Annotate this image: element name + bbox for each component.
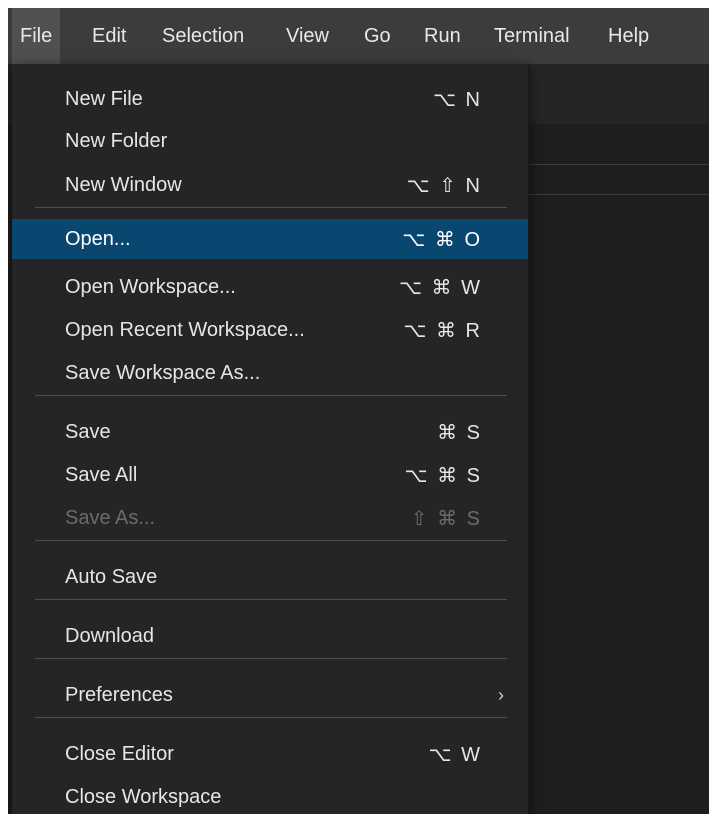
menu-selection[interactable]: Selection: [154, 8, 252, 64]
file-menu-dropdown: New File ⌥ N New Folder New Window ⌥ ⇧ N…: [12, 64, 529, 814]
menu-item-new-folder[interactable]: New Folder: [12, 124, 528, 158]
menu-item-auto-save[interactable]: Auto Save: [12, 560, 528, 594]
menu-item-new-window[interactable]: New Window ⌥ ⇧ N: [12, 168, 528, 202]
menu-item-close-workspace[interactable]: Close Workspace: [12, 780, 528, 814]
divider: [528, 164, 709, 165]
menu-separator: [35, 207, 507, 208]
menu-item-label: Open...: [65, 227, 131, 250]
menu-item-label: Open Recent Workspace...: [65, 318, 305, 341]
editor-area: [528, 124, 709, 814]
menu-item-label: Download: [65, 624, 154, 647]
menu-item-shortcut: ⌥ ⌘ O: [402, 228, 482, 251]
menu-item-label: Open Workspace...: [65, 275, 236, 298]
menu-view[interactable]: View: [278, 8, 337, 64]
menu-item-open-workspace[interactable]: Open Workspace... ⌥ ⌘ W: [12, 270, 528, 304]
menu-item-open[interactable]: Open... ⌥ ⌘ O: [12, 219, 528, 259]
menu-item-label: Save Workspace As...: [65, 361, 261, 384]
menu-item-shortcut: ⌘ S: [437, 421, 482, 444]
menu-item-close-editor[interactable]: Close Editor ⌥ W: [12, 737, 528, 771]
menu-separator: [35, 599, 507, 600]
menu-item-save[interactable]: Save ⌘ S: [12, 415, 528, 449]
menu-item-shortcut: ⌥ ⇧ N: [406, 174, 482, 197]
menu-item-shortcut: ⌥ ⌘ R: [403, 319, 482, 342]
menu-item-open-recent-workspace[interactable]: Open Recent Workspace... ⌥ ⌘ R: [12, 313, 528, 347]
menu-item-label: Preferences: [65, 683, 173, 706]
menu-item-download[interactable]: Download: [12, 619, 528, 653]
menu-item-label: New File: [65, 87, 143, 110]
menu-item-save-as: Save As... ⇧ ⌘ S: [12, 501, 528, 535]
menu-item-label: Close Editor: [65, 742, 174, 765]
editor-window: File Edit Selection View Go Run Terminal…: [8, 8, 709, 814]
menu-item-shortcut: ⌥ ⌘ W: [398, 276, 482, 299]
chevron-right-icon: ›: [498, 684, 504, 705]
menu-item-label: New Folder: [65, 129, 168, 152]
menu-separator: [35, 658, 507, 659]
menu-edit[interactable]: Edit: [84, 8, 134, 64]
menu-item-label: Save All: [65, 463, 138, 486]
menu-item-shortcut: ⇧ ⌘ S: [410, 507, 482, 530]
menu-item-label: Auto Save: [65, 565, 158, 588]
menu-run[interactable]: Run: [416, 8, 469, 64]
menu-item-save-all[interactable]: Save All ⌥ ⌘ S: [12, 458, 528, 492]
menu-item-label: Close Workspace: [65, 785, 222, 808]
menu-go[interactable]: Go: [356, 8, 399, 64]
menu-item-shortcut: ⌥ ⌘ S: [404, 464, 482, 487]
menu-separator: [35, 395, 507, 396]
menu-item-label: Save: [65, 420, 111, 443]
menu-file[interactable]: File: [12, 8, 61, 64]
menu-help[interactable]: Help: [600, 8, 657, 64]
menu-separator: [35, 540, 507, 541]
menu-item-label: New Window: [65, 173, 182, 196]
menu-item-preferences[interactable]: Preferences ›: [12, 678, 528, 712]
menu-bar: File Edit Selection View Go Run Terminal…: [8, 8, 709, 64]
menu-item-new-file[interactable]: New File ⌥ N: [12, 82, 528, 116]
menu-item-label: Save As...: [65, 506, 156, 529]
menu-item-shortcut: ⌥ W: [428, 743, 482, 766]
menu-separator: [35, 717, 507, 718]
menu-terminal[interactable]: Terminal: [486, 8, 578, 64]
menu-item-save-workspace-as[interactable]: Save Workspace As...: [12, 356, 528, 390]
menu-item-shortcut: ⌥ N: [432, 88, 482, 111]
divider: [528, 194, 709, 195]
